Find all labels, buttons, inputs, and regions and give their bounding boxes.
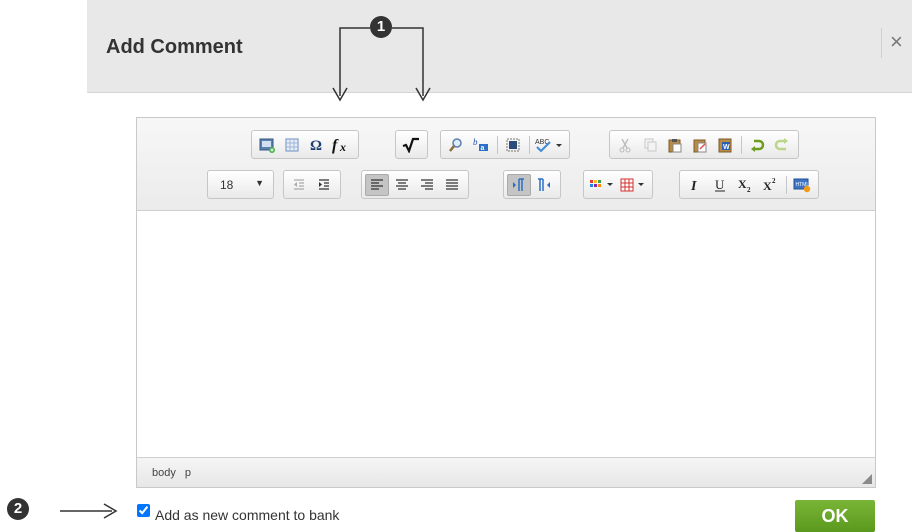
svg-text:a: a — [481, 145, 485, 152]
resize-handle-icon[interactable] — [862, 474, 872, 484]
toolbar-group-math — [395, 130, 428, 159]
text-color-icon[interactable] — [587, 174, 617, 196]
callout-badge-1: 1 — [370, 16, 392, 38]
toolbar-group-align — [361, 170, 469, 199]
dialog-title: Add Comment — [106, 36, 243, 58]
special-character-icon[interactable]: Ω — [305, 134, 329, 156]
insert-table-icon[interactable] — [280, 134, 304, 156]
editor-content-area[interactable] — [137, 212, 875, 457]
close-icon[interactable]: × — [890, 30, 903, 54]
redo-icon[interactable] — [770, 134, 794, 156]
table-grid-icon[interactable] — [618, 174, 648, 196]
toolbar-separator — [529, 135, 530, 154]
chevron-down-icon: ▼ — [255, 178, 264, 188]
select-all-icon[interactable] — [501, 134, 525, 156]
insert-image-icon[interactable] — [255, 134, 279, 156]
source-icon[interactable]: HTML — [790, 174, 814, 196]
align-center-icon[interactable] — [390, 174, 414, 196]
paste-from-word-icon[interactable]: W — [713, 134, 737, 156]
rich-text-editor: Ω fx ba ABC W 18 ▼ I U X 2 X 2 HTML body… — [136, 117, 876, 488]
arrowhead-bottom — [103, 503, 118, 519]
ltr-icon[interactable] — [507, 173, 531, 196]
spellcheck-icon[interactable]: ABC — [533, 134, 565, 156]
italic-icon[interactable]: I — [683, 174, 707, 196]
align-left-icon[interactable] — [365, 173, 389, 196]
toolbar-group-indent — [283, 170, 341, 199]
toolbar-separator — [786, 175, 787, 194]
close-divider — [881, 28, 882, 58]
font-size-value: 18 — [220, 178, 234, 192]
callout-badge-2: 2 — [7, 498, 29, 520]
toolbar-group-direction — [503, 170, 561, 199]
font-size-select[interactable]: 18 ▼ — [207, 170, 274, 199]
svg-text:x: x — [339, 140, 346, 154]
element-path: body p — [152, 467, 197, 479]
svg-text:I: I — [690, 179, 697, 193]
increase-indent-icon[interactable] — [312, 174, 336, 196]
add-to-bank-label: Add as new comment to bank — [155, 507, 340, 523]
editor-toolbar: Ω fx ba ABC W 18 ▼ I U X 2 X 2 HTML — [137, 118, 875, 211]
path-item-p[interactable]: p — [185, 467, 191, 479]
paste-text-icon[interactable] — [688, 134, 712, 156]
add-to-bank-checkbox[interactable] — [137, 504, 150, 517]
svg-text:X: X — [738, 177, 747, 191]
toolbar-separator — [497, 135, 498, 154]
cut-icon[interactable] — [613, 134, 637, 156]
toolbar-group-find: ba ABC — [440, 130, 570, 159]
paste-icon[interactable] — [663, 134, 687, 156]
toolbar-separator — [741, 135, 742, 154]
ok-button[interactable]: OK — [795, 500, 875, 532]
editor-status-bar: body p — [137, 457, 875, 487]
dialog-header: Add Comment × — [87, 0, 912, 93]
square-root-icon[interactable] — [399, 134, 423, 156]
justify-icon[interactable] — [440, 174, 464, 196]
find-icon[interactable] — [444, 134, 468, 156]
toolbar-group-clipboard: W — [609, 130, 799, 159]
toolbar-group-insert: Ω fx — [251, 130, 359, 159]
copy-icon[interactable] — [638, 134, 662, 156]
formula-icon[interactable]: fx — [330, 134, 354, 156]
svg-text:2: 2 — [747, 186, 751, 193]
svg-text:X: X — [763, 179, 772, 193]
svg-text:U: U — [715, 177, 725, 192]
align-right-icon[interactable] — [415, 174, 439, 196]
decrease-indent-icon[interactable] — [287, 174, 311, 196]
toolbar-group-color — [583, 170, 653, 199]
svg-text:Ω: Ω — [310, 138, 322, 153]
svg-text:f: f — [332, 137, 339, 154]
undo-icon[interactable] — [745, 134, 769, 156]
subscript-icon[interactable]: X2 — [733, 174, 757, 196]
rtl-icon[interactable] — [532, 174, 556, 196]
svg-text:2: 2 — [772, 177, 776, 185]
svg-text:W: W — [723, 144, 730, 151]
underline-icon[interactable]: U — [708, 174, 732, 196]
page-root: Add Comment × Ω fx b a ABC W 18 ▼ I U X … — [0, 0, 912, 532]
find-replace-icon[interactable]: ba — [469, 134, 493, 156]
superscript-icon[interactable]: X2 — [758, 174, 782, 196]
svg-text:b: b — [473, 137, 478, 147]
toolbar-group-format: I U X2 X2 HTML — [679, 170, 819, 199]
path-item-body[interactable]: body — [152, 467, 176, 479]
